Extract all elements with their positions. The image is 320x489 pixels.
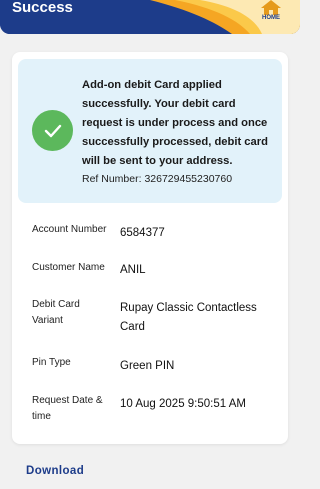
card-variant-label: Debit Card Variant	[32, 299, 80, 326]
page-title: Success	[12, 0, 73, 16]
ref-value: 326729455230760	[144, 173, 233, 185]
home-button[interactable]: HOME	[256, 0, 286, 22]
reference-number: Ref Number: 326729455230760	[82, 172, 272, 186]
request-date-label: Request Date & time	[32, 395, 103, 422]
home-icon	[261, 0, 281, 15]
pin-type-value: Green PIN	[120, 360, 175, 372]
ref-label: Ref Number:	[82, 173, 142, 185]
request-date-value: 10 Aug 2025 9:50:51 AM	[120, 398, 246, 410]
account-number-label: Account Number	[32, 224, 107, 235]
header-bar: Success HOME	[0, 0, 300, 34]
result-card: Add-on debit Card applied successfully. …	[12, 52, 288, 444]
pin-type-label: Pin Type	[32, 357, 71, 368]
account-number-value: 6584377	[120, 227, 165, 239]
success-panel: Add-on debit Card applied successfully. …	[18, 59, 282, 203]
check-icon	[32, 110, 73, 151]
home-label: HOME	[262, 15, 280, 21]
customer-name-value: ANIL	[120, 264, 146, 276]
success-message: Add-on debit Card applied successfully. …	[82, 79, 268, 167]
card-variant-value: Rupay Classic Contactless Card	[120, 302, 257, 333]
customer-name-label: Customer Name	[32, 262, 105, 273]
download-link[interactable]: Download	[26, 465, 84, 477]
